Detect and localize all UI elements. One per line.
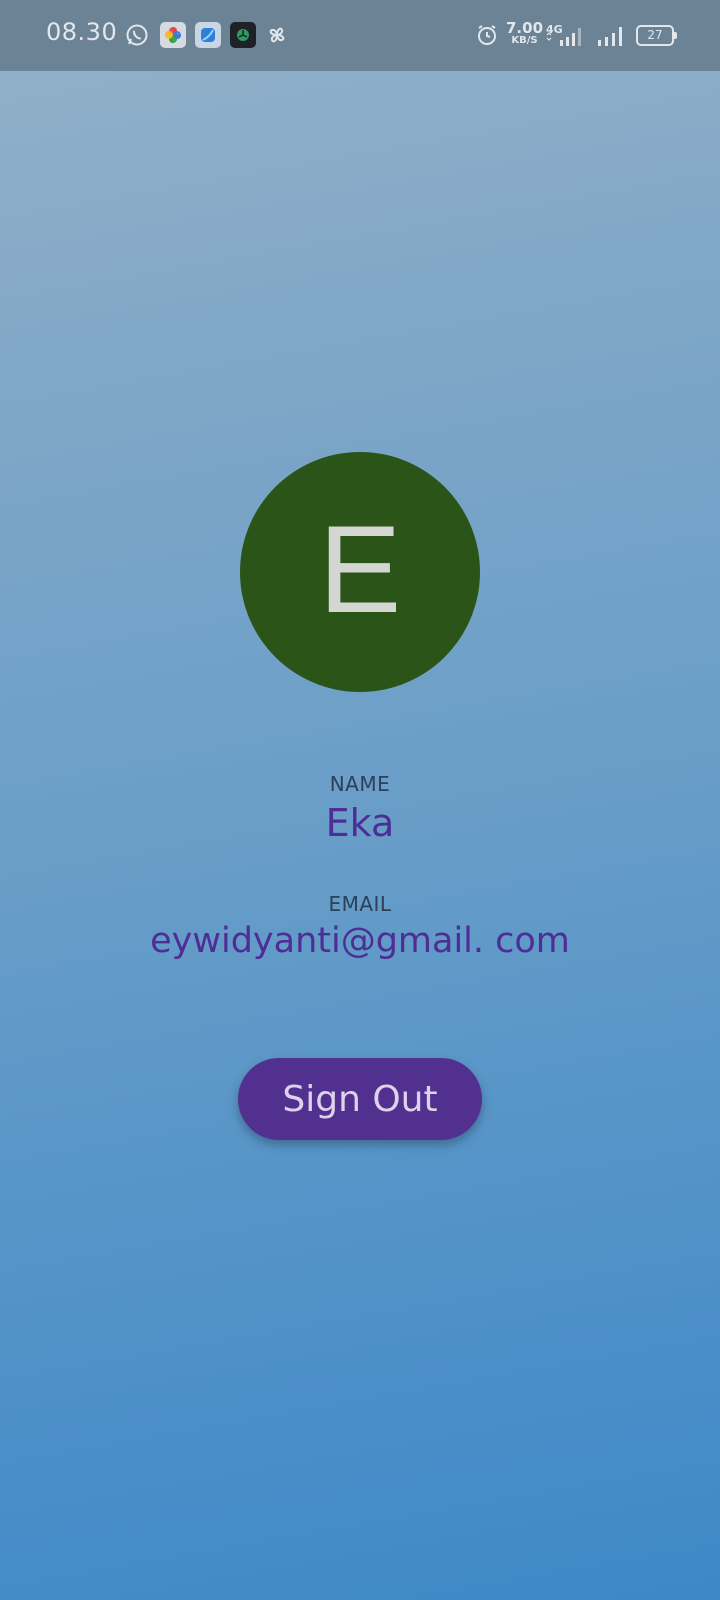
email-label: EMAIL bbox=[328, 892, 392, 916]
sign-out-button[interactable]: Sign Out bbox=[238, 1058, 482, 1140]
email-value: eywidyanti@gmail. com bbox=[150, 921, 570, 961]
google-photos-icon bbox=[160, 22, 186, 48]
mobile-data-icon: 4G bbox=[546, 22, 586, 48]
pinwheel-icon bbox=[264, 22, 290, 48]
whatsapp-icon bbox=[124, 22, 150, 48]
app-icon-dark bbox=[230, 22, 256, 48]
battery-icon: 27 bbox=[636, 25, 677, 46]
network-speed: 7.00 KB/S bbox=[506, 19, 544, 47]
name-label: NAME bbox=[329, 772, 391, 796]
avatar: E bbox=[240, 452, 480, 692]
signal-icon bbox=[596, 22, 626, 48]
alarm-icon bbox=[474, 22, 500, 48]
avatar-initial: E bbox=[318, 501, 402, 639]
app-icon bbox=[195, 22, 221, 48]
status-bar: 08.30 7.00 KB/S 4G 27 bbox=[0, 0, 720, 71]
name-value: Eka bbox=[325, 801, 395, 845]
status-time: 08.30 bbox=[46, 18, 118, 46]
